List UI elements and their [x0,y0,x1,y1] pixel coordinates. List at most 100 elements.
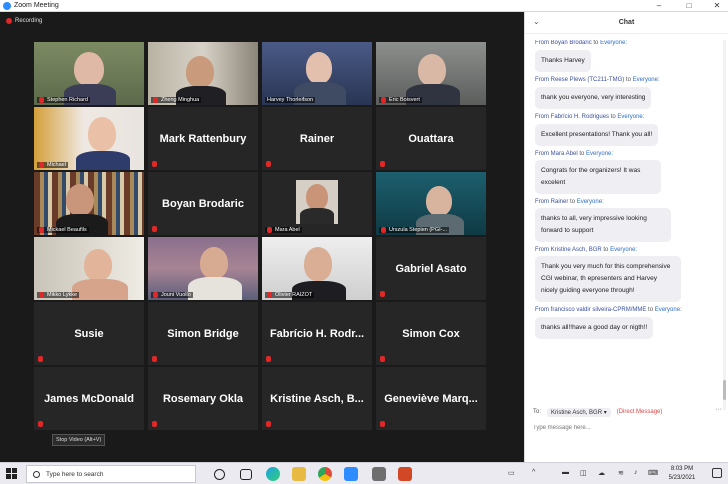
file-explorer-icon[interactable] [292,467,306,481]
participant-tile[interactable]: Eric Boisvert [376,42,486,105]
participant-tile[interactable]: Urszula Stepien (PGI-... [376,172,486,235]
message-sender[interactable]: Mara Abel [551,151,578,157]
message-to-word: to [610,114,616,120]
muted-mic-icon [38,421,43,427]
muted-mic-icon [39,97,44,103]
participant-tile[interactable]: Mara Abel [262,172,372,235]
participant-name: Mikko Lykke [47,292,78,298]
participant-tile[interactable]: Ouattara [376,107,486,170]
participant-tile[interactable]: Gabriel Asato [376,237,486,300]
chevron-up-icon[interactable]: ^ [532,469,535,476]
chat-message: From francisco valdir silveira-CPRM/MME … [535,307,721,339]
wifi-icon[interactable]: ≋ [618,469,624,477]
participant-tile[interactable]: Olivier RAIZOT [262,237,372,300]
message-sender[interactable]: Reese Plews (TC211-TMG) [551,77,625,83]
message-sender[interactable]: francisco valdir silveira-CPRM/MME [551,307,647,313]
participant-tile[interactable]: Fabrício H. Rodr... [262,302,372,365]
chrome-browser-icon[interactable] [318,467,332,481]
message-recipient: Everyone: [617,114,645,120]
message-recipient: Everyone: [600,40,628,46]
participant-name: Zheng Minghua [161,97,200,103]
maximize-button[interactable]: □ [680,0,698,12]
participant-tile[interactable]: Michael [34,107,144,170]
message-sender[interactable]: Rainer [551,199,569,205]
participant-name: Geneviève Marq... [384,392,478,405]
message-to-word: to [593,40,599,46]
participant-tile[interactable]: Kristine Asch, B... [262,367,372,430]
participant-tile[interactable]: Geneviève Marq... [376,367,486,430]
participant-tile[interactable]: Zheng Minghua [148,42,258,105]
participant-name: Rosemary Okla [162,392,244,405]
more-options-icon[interactable]: ··· [715,406,722,413]
message-bubble: Congrats for the organizers! It was exce… [535,160,661,194]
minimize-button[interactable]: – [650,0,668,12]
message-to-word: to [625,77,631,83]
participant-tile[interactable]: James McDonald [34,367,144,430]
recipient-select[interactable]: Kristine Asch, BGR ▾ [547,407,611,417]
zoom-taskbar-icon[interactable] [344,467,358,481]
muted-mic-icon [153,97,158,103]
chat-scrollbar[interactable] [723,40,726,410]
task-view-icon[interactable] [214,469,225,480]
participant-tile[interactable]: Mark Rattenbury [148,107,258,170]
chat-message-list: From Boyan Brodaric to Everyone: Thanks … [525,40,721,404]
message-sender[interactable]: Kristine Asch, BGR [551,247,602,253]
edge-browser-icon[interactable] [266,467,280,481]
message-sender[interactable]: Boyan Brodaric [551,40,592,46]
stop-video-tooltip: Stop Video (Alt+V) [52,434,106,446]
message-to-word: to [648,307,654,313]
participant-tile[interactable]: Boyan Brodaric [148,172,258,235]
chat-title: Chat [618,19,635,26]
message-sender[interactable]: Fabrício H. Rodrigues [551,114,609,120]
muted-mic-icon [381,97,386,103]
taskbar-search-box[interactable]: Type here to search [26,465,196,483]
notification-icon[interactable] [712,468,722,478]
participant-tile-active-speaker[interactable]: Harvey Thorleifson [262,42,372,105]
participant-name: Fabrício H. Rodr... [269,327,365,340]
participant-tile[interactable]: Rainer [262,107,372,170]
battery-icon[interactable]: ▬ [562,469,569,476]
recording-label: Recording [15,18,43,24]
chat-message-input[interactable] [533,422,719,434]
scrollbar-thumb[interactable] [723,380,726,400]
language-icon[interactable]: ⌨ [648,469,658,477]
network-icon[interactable]: ◫ [580,469,587,477]
muted-mic-icon [39,292,44,298]
zoom-app-icon [3,2,11,10]
muted-mic-icon [39,227,44,233]
keyboard-icon[interactable]: ▭ [508,469,515,477]
participant-tile[interactable]: Mickael Beaufils [34,172,144,235]
multitask-icon[interactable] [240,469,252,480]
message-bubble: thank you everyone, very interesting [535,87,652,109]
participant-tile[interactable]: Susie [34,302,144,365]
participant-tile[interactable]: Rosemary Okla [148,367,258,430]
participant-tile[interactable]: Jouni Vuollo [148,237,258,300]
system-clock[interactable]: 8:03 PM 5/23/2021 [660,465,704,483]
participant-name: Olivier RAIZOT [275,292,313,298]
close-button[interactable]: ✕ [708,0,726,12]
participant-tile[interactable]: Stephen Richard [34,42,144,105]
participant-name: Urszula Stepien (PGI-... [389,227,448,233]
participant-tile[interactable]: Simon Bridge [148,302,258,365]
participant-name: James McDonald [44,392,134,405]
participant-name: Gabriel Asato [395,262,467,275]
chat-message: From Kristine Asch, BGR to Everyone: Tha… [535,247,721,302]
muted-mic-icon [266,421,271,427]
volume-icon[interactable]: ♪ [634,469,638,476]
chat-message: From Rainer to Everyone: thanks to all, … [535,199,721,242]
windows-start-icon[interactable] [6,468,17,479]
onedrive-icon[interactable]: ☁ [598,469,605,477]
muted-mic-icon [381,227,386,233]
clock-date: 5/23/2021 [668,475,696,481]
participant-name: Harvey Thorleifson [267,97,314,103]
app-taskbar-icon[interactable] [372,467,386,481]
muted-mic-icon [266,356,271,362]
windows-taskbar: Type here to search ▭ ^ ▬ ◫ ☁ ≋ ♪ ⌨ 8:03… [0,462,728,484]
message-recipient: Everyone: [610,247,638,253]
powerpoint-icon[interactable] [398,467,412,481]
direct-message-label: (Direct Message) [616,409,663,415]
muted-mic-icon [380,421,385,427]
participant-tile[interactable]: Simon Cox [376,302,486,365]
participant-tile[interactable]: Mikko Lykke [34,237,144,300]
title-bar: Zoom Meeting – □ ✕ [0,0,728,12]
